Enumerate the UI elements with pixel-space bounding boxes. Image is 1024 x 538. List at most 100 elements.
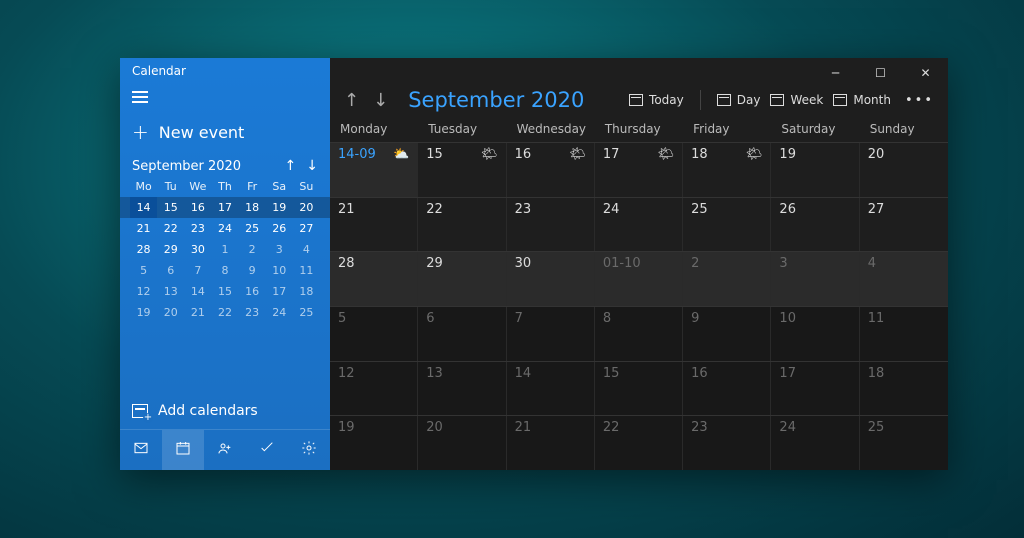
calendar-icon[interactable] [162, 430, 204, 470]
mini-day-cell[interactable]: 12 [130, 281, 157, 302]
day-cell[interactable]: 14-09⛅ [330, 143, 418, 197]
mini-day-cell[interactable]: 15 [157, 197, 184, 218]
day-cell[interactable]: 30 [507, 252, 595, 306]
mini-day-cell[interactable]: 17 [266, 281, 293, 302]
mini-day-cell[interactable]: 30 [184, 239, 211, 260]
day-cell[interactable]: 5 [330, 307, 418, 361]
day-cell[interactable]: 25 [860, 416, 948, 470]
day-cell[interactable]: 14 [507, 362, 595, 416]
more-button[interactable]: ••• [905, 93, 934, 108]
day-cell[interactable]: 4 [860, 252, 948, 306]
day-cell[interactable]: 2 [683, 252, 771, 306]
day-cell[interactable]: 23 [683, 416, 771, 470]
mini-day-cell[interactable]: 5 [130, 260, 157, 281]
day-view-button[interactable]: Day [717, 93, 761, 107]
mini-day-cell[interactable]: 22 [157, 218, 184, 239]
mini-day-cell[interactable]: 20 [157, 302, 184, 323]
mini-day-cell[interactable]: 6 [157, 260, 184, 281]
mini-day-cell[interactable]: 22 [211, 302, 238, 323]
mini-day-cell[interactable]: 17 [211, 197, 238, 218]
close-button[interactable]: ✕ [903, 66, 948, 80]
day-cell[interactable]: 20 [860, 143, 948, 197]
mini-day-cell[interactable]: 18 [293, 281, 320, 302]
today-button[interactable]: Today [629, 93, 684, 107]
mini-day-cell[interactable]: 13 [157, 281, 184, 302]
mini-day-cell[interactable]: 2 [239, 239, 266, 260]
mini-day-cell[interactable]: 27 [293, 218, 320, 239]
day-cell[interactable]: 28 [330, 252, 418, 306]
day-cell[interactable]: 23 [507, 198, 595, 252]
day-cell[interactable]: 15 [595, 362, 683, 416]
mini-day-cell[interactable]: 24 [211, 218, 238, 239]
mini-day-cell[interactable]: 24 [266, 302, 293, 323]
add-calendars-button[interactable]: Add calendars [120, 393, 330, 429]
week-view-button[interactable]: Week [770, 93, 823, 107]
prev-period-icon[interactable]: ↑ [344, 90, 359, 111]
day-cell[interactable]: 22 [418, 198, 506, 252]
mini-day-cell[interactable]: 11 [293, 260, 320, 281]
day-cell[interactable]: 17 [771, 362, 859, 416]
day-cell[interactable]: 01-10 [595, 252, 683, 306]
day-cell[interactable]: 18 [860, 362, 948, 416]
day-cell[interactable]: 27 [860, 198, 948, 252]
mail-icon[interactable] [120, 430, 162, 470]
mini-day-cell[interactable]: 9 [239, 260, 266, 281]
mini-day-cell[interactable]: 25 [239, 218, 266, 239]
mini-prev-icon[interactable]: ↑ [285, 158, 297, 174]
mini-day-cell[interactable]: 15 [211, 281, 238, 302]
month-label[interactable]: September 2020 [408, 88, 584, 112]
day-cell[interactable]: 19 [330, 416, 418, 470]
mini-day-cell[interactable]: 3 [266, 239, 293, 260]
day-cell[interactable]: 24 [595, 198, 683, 252]
day-cell[interactable]: 9 [683, 307, 771, 361]
people-icon[interactable] [204, 430, 246, 470]
day-cell[interactable]: 8 [595, 307, 683, 361]
mini-day-cell[interactable]: 10 [266, 260, 293, 281]
month-view-button[interactable]: Month [833, 93, 891, 107]
mini-day-cell[interactable]: 21 [184, 302, 211, 323]
mini-day-cell[interactable]: 21 [130, 218, 157, 239]
day-cell[interactable]: 10 [771, 307, 859, 361]
mini-day-cell[interactable]: 16 [184, 197, 211, 218]
day-cell[interactable]: 19 [771, 143, 859, 197]
mini-day-cell[interactable]: 16 [239, 281, 266, 302]
mini-month-label[interactable]: September 2020 [132, 159, 241, 174]
day-cell[interactable]: 3 [771, 252, 859, 306]
mini-day-cell[interactable]: 8 [211, 260, 238, 281]
day-cell[interactable]: 16🌤 [507, 143, 595, 197]
mini-day-cell[interactable]: 25 [293, 302, 320, 323]
day-cell[interactable]: 15🌤 [418, 143, 506, 197]
mini-day-cell[interactable]: 4 [293, 239, 320, 260]
mini-day-cell[interactable]: 19 [266, 197, 293, 218]
todo-icon[interactable] [246, 430, 288, 470]
mini-day-cell[interactable]: 1 [211, 239, 238, 260]
day-cell[interactable]: 26 [771, 198, 859, 252]
day-cell[interactable]: 21 [330, 198, 418, 252]
mini-day-cell[interactable]: 26 [266, 218, 293, 239]
mini-next-icon[interactable]: ↓ [306, 158, 318, 174]
day-cell[interactable]: 7 [507, 307, 595, 361]
minimize-button[interactable]: ─ [813, 66, 858, 80]
mini-day-cell[interactable]: 23 [184, 218, 211, 239]
day-cell[interactable]: 18🌤 [683, 143, 771, 197]
mini-day-cell[interactable]: 20 [293, 197, 320, 218]
day-cell[interactable]: 25 [683, 198, 771, 252]
day-cell[interactable]: 24 [771, 416, 859, 470]
day-cell[interactable]: 11 [860, 307, 948, 361]
mini-day-cell[interactable]: 14 [130, 197, 157, 218]
hamburger-icon[interactable] [120, 82, 330, 112]
day-cell[interactable]: 13 [418, 362, 506, 416]
mini-day-cell[interactable]: 19 [130, 302, 157, 323]
mini-day-cell[interactable]: 18 [239, 197, 266, 218]
day-cell[interactable]: 29 [418, 252, 506, 306]
mini-day-cell[interactable]: 23 [239, 302, 266, 323]
day-cell[interactable]: 22 [595, 416, 683, 470]
next-period-icon[interactable]: ↓ [373, 90, 388, 111]
day-cell[interactable]: 12 [330, 362, 418, 416]
new-event-button[interactable]: + New event [120, 112, 330, 152]
settings-icon[interactable] [288, 430, 330, 470]
day-cell[interactable]: 17🌤 [595, 143, 683, 197]
day-cell[interactable]: 6 [418, 307, 506, 361]
mini-day-cell[interactable]: 7 [184, 260, 211, 281]
day-cell[interactable]: 20 [418, 416, 506, 470]
